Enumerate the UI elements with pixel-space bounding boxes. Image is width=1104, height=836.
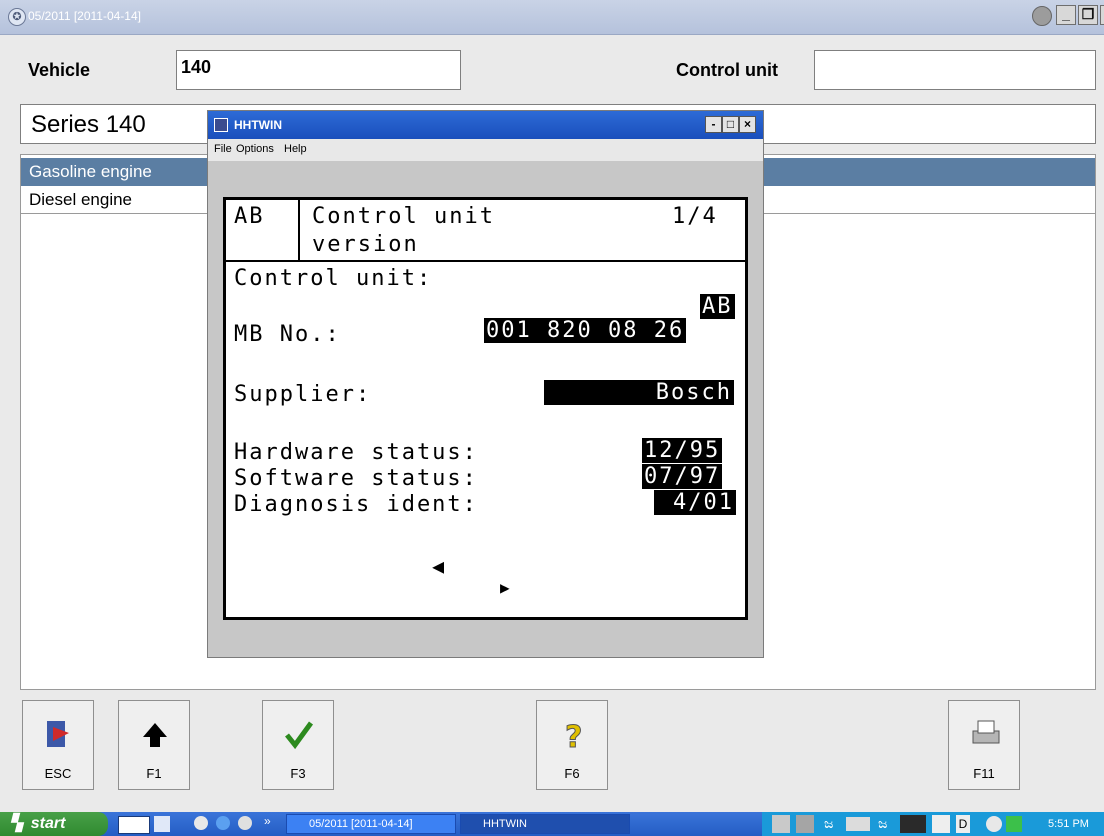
- close-button[interactable]: [1100, 5, 1104, 25]
- esc-button[interactable]: ESC: [22, 700, 94, 790]
- heading-divider: [298, 200, 300, 260]
- chevron-more-icon[interactable]: »: [264, 814, 271, 828]
- vehicle-field[interactable]: 140: [176, 50, 461, 90]
- dialog-minimize-button[interactable]: -: [705, 116, 722, 133]
- drive-d-icon[interactable]: D: [956, 815, 970, 833]
- mb-no-value: 001 820 08 26: [484, 318, 687, 343]
- arrow-up-icon: [119, 719, 189, 751]
- tray-icon-6[interactable]: [900, 815, 926, 833]
- tray-icon-4[interactable]: [846, 817, 870, 831]
- control-unit-row-label: Control unit:: [234, 266, 433, 291]
- hardware-status-value: 12/95: [642, 438, 723, 463]
- quicklaunch-icon-3[interactable]: [238, 816, 252, 830]
- diagnosis-ident-label: Diagnosis ident:: [234, 492, 478, 517]
- f3-label: F3: [290, 766, 306, 781]
- diagnosis-ident-value: 4/01: [654, 490, 736, 515]
- f6-button[interactable]: ? F6: [536, 700, 608, 790]
- menu-file[interactable]: File: [214, 143, 232, 155]
- lock-icon[interactable]: [932, 815, 950, 833]
- control-unit-label: Control unit: [676, 60, 778, 80]
- app-grid-icon[interactable]: [154, 816, 170, 832]
- star-logo-icon: ✪: [8, 8, 26, 26]
- dialog-close-button[interactable]: ×: [739, 116, 756, 133]
- dialog-title: HHTWIN: [234, 118, 282, 132]
- minimize-button[interactable]: _: [1056, 5, 1076, 25]
- quicklaunch-icon-1[interactable]: [194, 816, 208, 830]
- dialog-maximize-button[interactable]: □: [722, 116, 739, 133]
- f11-label: F11: [973, 766, 995, 781]
- f3-button[interactable]: F3: [262, 700, 334, 790]
- screen-code: AB: [234, 204, 265, 229]
- supplier-label: Supplier:: [234, 382, 372, 407]
- keyboard-icon[interactable]: [118, 816, 150, 834]
- tray-icon-3[interactable]: ಜ: [824, 815, 833, 832]
- svg-text:?: ?: [565, 720, 582, 751]
- screen-heading-line1: Control unit: [312, 204, 495, 229]
- mb-no-label: MB No.:: [234, 322, 341, 347]
- window-title: 05/2011 [2011-04-14]: [28, 9, 141, 23]
- f6-label: F6: [564, 766, 580, 781]
- tester-display: AB Control unit version 1/4 Control unit…: [223, 197, 748, 620]
- software-status-label: Software status:: [234, 466, 478, 491]
- back-tray-icon[interactable]: [986, 816, 1002, 832]
- next-arrow-icon[interactable]: ▶: [500, 578, 510, 597]
- task-hhtwin[interactable]: HHTWIN: [460, 814, 630, 834]
- vehicle-label: Vehicle: [28, 60, 91, 80]
- tray-icon-2[interactable]: [796, 815, 814, 833]
- tray-icon-1[interactable]: [772, 815, 790, 833]
- network-icon[interactable]: [1006, 816, 1022, 832]
- checkmark-icon: [263, 719, 333, 751]
- start-label: start: [30, 815, 66, 832]
- menu-options[interactable]: Options: [236, 143, 274, 155]
- clock: 5:51 PM: [1048, 818, 1089, 830]
- start-button[interactable]: ▚ start: [0, 812, 108, 836]
- software-status-value: 07/97: [642, 464, 723, 489]
- menu-help[interactable]: Help: [284, 143, 307, 155]
- task-main-window[interactable]: 05/2011 [2011-04-14]: [286, 814, 456, 834]
- f11-button[interactable]: F11: [948, 700, 1020, 790]
- taskbar: ▚ start » 05/2011 [2011-04-14] HHTWIN ಜ …: [0, 812, 1104, 836]
- hardware-status-label: Hardware status:: [234, 440, 478, 465]
- esc-label: ESC: [44, 766, 72, 781]
- screen-page-indicator: 1/4: [672, 204, 718, 229]
- restore-button[interactable]: ❐: [1078, 5, 1098, 25]
- back-arrow-icon[interactable]: ◀: [432, 554, 444, 578]
- system-tray: ಜ ಜ D 5:51 PM: [762, 812, 1104, 836]
- hhtwin-app-icon: [214, 118, 228, 132]
- supplier-value: Bosch: [544, 380, 734, 405]
- screen-heading-line2: version: [312, 232, 419, 257]
- browser-icon[interactable]: [216, 816, 230, 830]
- hhtwin-dialog: HHTWIN - □ × File Options Help AB Contro…: [207, 110, 764, 658]
- heading-separator: [226, 260, 745, 262]
- vehicle-value: 140: [181, 57, 212, 77]
- globe-icon[interactable]: [1032, 6, 1052, 26]
- main-titlebar: ✪ 05/2011 [2011-04-14] _ ❐: [0, 0, 1104, 35]
- f1-label: F1: [146, 766, 162, 781]
- series-value: Series 140: [31, 111, 146, 138]
- f1-button[interactable]: F1: [118, 700, 190, 790]
- control-unit-field[interactable]: [814, 50, 1096, 90]
- exit-door-icon: [23, 719, 93, 751]
- dialog-titlebar: HHTWIN - □ ×: [208, 111, 763, 139]
- printer-icon: [949, 719, 1019, 751]
- help-question-icon: ?: [537, 719, 607, 756]
- tray-icon-5[interactable]: ಜ: [878, 815, 887, 832]
- dialog-menubar: File Options Help: [208, 139, 763, 161]
- windows-logo-icon: ▚: [10, 815, 23, 832]
- control-unit-row-value: AB: [700, 294, 735, 319]
